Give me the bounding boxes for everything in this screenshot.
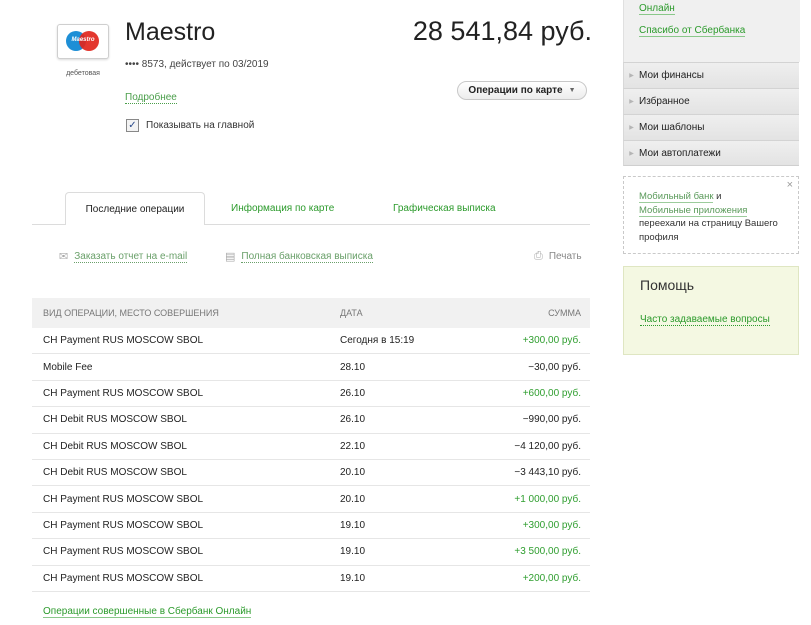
sidebar-item-favorites[interactable]: ▶ Избранное (623, 88, 799, 114)
header-date: Дата (340, 308, 363, 318)
arrow-right-icon: ▶ (629, 150, 634, 157)
notice-conjunction: и (716, 191, 722, 202)
operation-date: 26.10 (340, 387, 366, 399)
close-icon[interactable]: × (787, 179, 793, 193)
operation-date: 22.10 (340, 440, 366, 452)
details-link[interactable]: Подробнее (125, 92, 177, 104)
table-row[interactable]: CH Payment RUS MOSCOW SBOL 19.10 +3 500,00… (32, 539, 590, 566)
operation-date: 20.10 (340, 493, 366, 505)
print-label: Печать (548, 251, 582, 262)
table-row[interactable]: CH Payment RUS MOSCOW SBOL 19.10 +200,00 р… (32, 566, 590, 592)
sidebar-link-spasibo[interactable]: Спасибо от Сбербанка (639, 25, 746, 37)
tab-recent-operations[interactable]: Последние операции (65, 192, 205, 225)
email-report-label: Заказать отчет на e-mail (74, 250, 188, 263)
sidebar-item-autopayments[interactable]: ▶ Мои автоплатежи (623, 140, 799, 166)
sidebar-item-my-finances[interactable]: ▶ Мои финансы (623, 62, 799, 88)
header-operation: Вид операции, место совершения (43, 308, 219, 318)
operation-sum: +300,00 руб. (522, 519, 581, 531)
chevron-down-icon: ▼ (568, 87, 576, 94)
table-row[interactable]: CH Debit RUS MOSCOW SBOL 22.10 −4 120,00 р… (32, 434, 590, 460)
card-logo: Maestro (57, 24, 109, 59)
tab-card-info[interactable]: Информация по карте (231, 203, 334, 214)
operation-name: CH Payment RUS MOSCOW SBOL (43, 493, 204, 505)
operation-name: Mobile Fee (43, 361, 93, 373)
operation-sum: +3 500,00 руб. (514, 546, 581, 558)
show-on-main-checkbox[interactable]: ✓ (126, 119, 139, 132)
card-operations-label: Операции по карте (468, 85, 563, 96)
document-icon: ▤ (225, 251, 236, 263)
full-statement-action[interactable]: ▤ Полная банковская выписка (225, 250, 373, 263)
operation-sum: +200,00 руб. (522, 572, 581, 584)
help-panel: Помощь Часто задаваемые вопросы (623, 266, 799, 355)
card-number: •••• 8573, действует по 03/2019 (125, 59, 269, 70)
arrow-right-icon: ▶ (629, 73, 634, 79)
show-on-main-label: Показывать на главной (146, 120, 255, 131)
help-title: Помощь (640, 277, 695, 293)
table-row[interactable]: CH Payment RUS MOSCOW SBOL 26.10 +600,00 р… (32, 381, 590, 408)
sidebar-item-label: Мои шаблоны (639, 122, 705, 133)
sidebar-item-templates[interactable]: ▶ Мои шаблоны (623, 114, 799, 140)
sidebar-item-label: Мои финансы (639, 70, 704, 81)
operation-date: 28.10 (340, 361, 366, 373)
operation-sum: +600,00 руб. (522, 387, 581, 399)
table-row[interactable]: CH Debit RUS MOSCOW SBOL 26.10 −990,00 руб… (32, 407, 590, 434)
card-kind-label: дебетовая (66, 70, 100, 77)
operation-date: 26.10 (340, 414, 366, 426)
operation-name: CH Payment RUS MOSCOW SBOL (43, 519, 204, 531)
mobile-bank-link[interactable]: Мобильный банк (639, 191, 714, 203)
operation-date: 20.10 (340, 467, 366, 479)
operation-name: CH Debit RUS MOSCOW SBOL (43, 467, 187, 479)
email-report-action[interactable]: ✉ Заказать отчет на e-mail (59, 250, 188, 263)
arrow-right-icon: ▶ (629, 99, 634, 105)
table-row[interactable]: CH Payment RUS MOSCOW SBOL Сегодня в 15:1… (32, 328, 590, 355)
operation-name: CH Debit RUS MOSCOW SBOL (43, 414, 187, 426)
operation-name: CH Payment RUS MOSCOW SBOL (43, 335, 204, 347)
show-on-main-option[interactable]: ✓ Показывать на главной (126, 119, 254, 132)
card-operations-button[interactable]: Операции по карте ▼ (457, 81, 587, 100)
sbol-operations-link[interactable]: Операции совершенные в Сбербанк Онлайн (43, 606, 252, 618)
operation-sum: +300,00 руб. (522, 335, 581, 347)
card-title: Maestro (125, 18, 216, 46)
tab-graphical-statement[interactable]: Графическая выписка (393, 203, 496, 214)
table-row[interactable]: Mobile Fee 28.10 −30,00 руб. (32, 354, 590, 381)
table-header: Вид операции, место совершения Дата Сумм… (32, 298, 590, 328)
print-action[interactable]: ⎙ Печать (534, 250, 582, 263)
card-balance: 28 541,84 руб. (412, 16, 592, 46)
notice-text: переехали на страницу Вашего профиля (639, 218, 778, 243)
operation-sum: −4 120,00 руб. (514, 440, 581, 452)
table-row[interactable]: CH Payment RUS MOSCOW SBOL 20.10 +1 000,00… (32, 486, 590, 513)
operation-date: Сегодня в 15:19 (340, 335, 415, 347)
operation-date: 19.10 (340, 519, 366, 531)
sidebar-item-label: Мои автоплатежи (639, 147, 721, 159)
arrow-right-icon: ▶ (629, 125, 634, 131)
operation-sum: −30,00 руб. (528, 361, 581, 373)
envelope-icon: ✉ (59, 251, 69, 263)
faq-link[interactable]: Часто задаваемые вопросы (640, 314, 770, 326)
operation-name: CH Payment RUS MOSCOW SBOL (43, 546, 204, 558)
operations-table: Вид операции, место совершения Дата Сумм… (32, 298, 590, 592)
table-row[interactable]: CH Debit RUS MOSCOW SBOL 20.10 −3 443,10 р… (32, 460, 590, 487)
operation-name: CH Payment RUS MOSCOW SBOL (43, 572, 204, 584)
sidebar-item-label: Избранное (639, 96, 690, 107)
table-row[interactable]: CH Payment RUS MOSCOW SBOL 19.10 +300,00 р… (32, 513, 590, 540)
operation-sum: +1 000,00 руб. (514, 493, 581, 505)
operation-date: 19.10 (340, 546, 366, 558)
sidebar-link-online[interactable]: Онлайн (639, 3, 675, 15)
sidebar-menu: ▶ Мои финансы ▶ Избранное ▶ Мои шаблоны … (623, 62, 799, 166)
operation-name: CH Debit RUS MOSCOW SBOL (43, 440, 187, 452)
profile-notice: × Мобильный банк и Мобильные приложения … (623, 176, 799, 254)
full-statement-label: Полная банковская выписка (241, 250, 373, 263)
header-sum: Сумма (548, 308, 581, 318)
operation-sum: −990,00 руб. (522, 414, 581, 426)
card-brand-logo-text: Maestro (71, 37, 95, 43)
printer-icon: ⎙ (534, 250, 543, 262)
sidebar-top-links: Онлайн Спасибо от Сбербанка (623, 0, 800, 62)
mobile-apps-link[interactable]: Мобильные приложения (639, 204, 748, 217)
operation-date: 19.10 (340, 572, 366, 584)
operation-name: CH Payment RUS MOSCOW SBOL (43, 387, 204, 399)
operation-sum: −3 443,10 руб. (514, 467, 581, 479)
